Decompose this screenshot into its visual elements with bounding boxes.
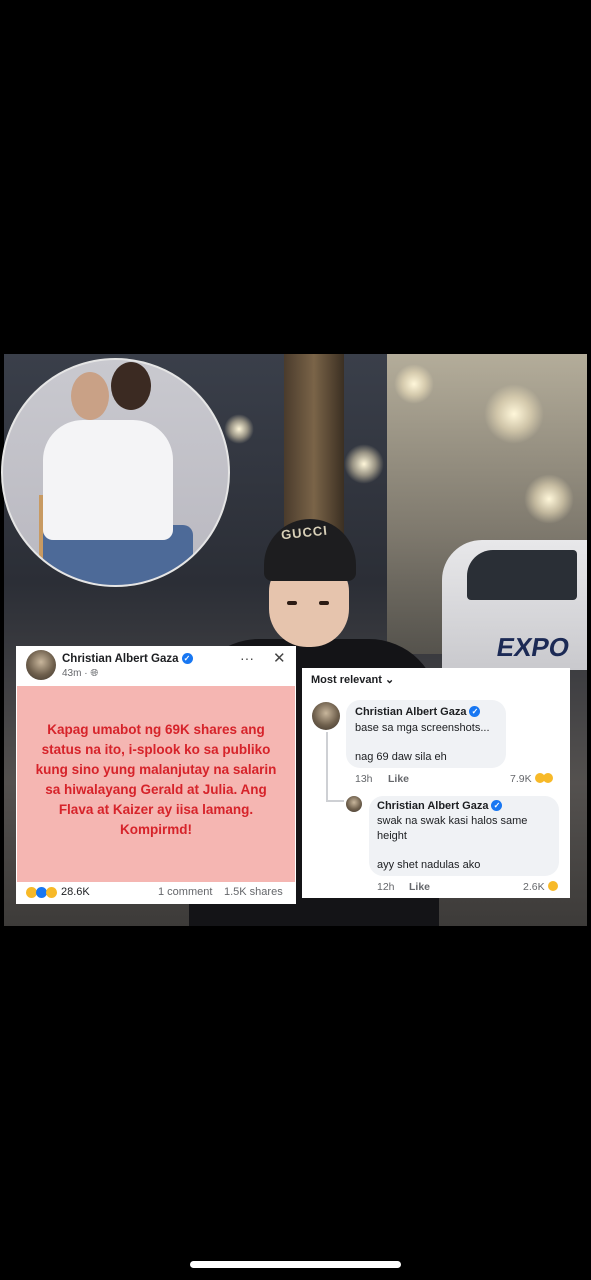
reply-author[interactable]: Christian Albert Gaza ✓ xyxy=(377,800,503,812)
post-time-label: 43m xyxy=(62,668,82,679)
reply-reactions[interactable]: 2.6K xyxy=(523,881,558,893)
reply-text: swak na swak kasi halos same xyxy=(377,815,528,827)
reply-author-name[interactable]: Christian Albert Gaza xyxy=(377,800,488,812)
verified-badge-icon: ✓ xyxy=(181,653,193,664)
verified-badge-icon: ✓ xyxy=(491,800,503,811)
comment-author[interactable]: Christian Albert Gaza ✓ xyxy=(355,706,481,718)
post-author-name[interactable]: Christian Albert Gaza xyxy=(62,653,179,665)
more-options-icon[interactable]: ··· xyxy=(240,650,254,666)
home-indicator[interactable] xyxy=(190,1261,401,1268)
right-eye xyxy=(319,601,329,605)
reply-reactions-count[interactable]: 2.6K xyxy=(523,881,545,893)
post-header: Christian Albert Gaza ✓ 43m · 🌐︎ ··· ✕ xyxy=(16,646,296,684)
woman-head xyxy=(111,362,151,410)
thread-line xyxy=(326,800,344,802)
comment-reactions-count[interactable]: 7.9K xyxy=(510,773,532,785)
comment-text: nag 69 daw sila eh xyxy=(355,751,447,763)
reply-avatar[interactable] xyxy=(346,796,362,812)
reply-time: 12h xyxy=(377,881,395,893)
sort-dropdown[interactable]: Most relevant ⌄ xyxy=(311,673,394,686)
street-light xyxy=(344,444,384,484)
avatar[interactable] xyxy=(26,650,56,680)
street-light xyxy=(484,384,544,444)
like-button[interactable]: Like xyxy=(409,881,430,893)
reply-text: ayy shet nadulas ako xyxy=(377,859,481,871)
man-head xyxy=(71,372,109,420)
sort-label[interactable]: Most relevant xyxy=(311,674,382,686)
reply-text: height xyxy=(377,830,407,842)
comments-panel: Most relevant ⌄ Christian Albert Gaza ✓ b… xyxy=(302,668,570,898)
car-lettering: EXPO xyxy=(494,632,572,662)
wow-reaction-icon xyxy=(46,887,57,898)
street-light xyxy=(394,364,434,404)
comment-text: base sa mga screenshots... xyxy=(355,722,490,734)
comment-author-name[interactable]: Christian Albert Gaza xyxy=(355,706,466,718)
couple-photo-inset xyxy=(1,358,230,587)
globe-icon: 🌐︎ xyxy=(90,668,99,679)
comment-time: 13h xyxy=(355,773,373,785)
post-footer: 28.6K 1 comment 1.5K shares xyxy=(16,882,296,904)
like-button[interactable]: Like xyxy=(388,773,409,785)
thread-line xyxy=(326,732,328,802)
car-window xyxy=(467,550,577,600)
haha-reaction-icon xyxy=(547,881,558,891)
verified-badge-icon: ✓ xyxy=(469,706,481,717)
shares-count[interactable]: 1.5K shares xyxy=(224,886,283,898)
reactions-count[interactable]: 28.6K xyxy=(61,886,90,898)
wow-reaction-icon xyxy=(542,773,553,783)
post-time: 43m · 🌐︎ xyxy=(62,668,99,679)
close-icon[interactable]: ✕ xyxy=(273,649,286,667)
comment-reactions[interactable]: 7.9K xyxy=(510,773,553,785)
street-light xyxy=(524,474,574,524)
white-shirt xyxy=(43,420,173,540)
post-author[interactable]: Christian Albert Gaza ✓ xyxy=(62,653,193,665)
comment-avatar[interactable] xyxy=(312,702,340,730)
street-light xyxy=(224,414,254,444)
post-text: Kapag umabot ng 69K shares ang status na… xyxy=(35,722,277,837)
facebook-post-card: Christian Albert Gaza ✓ 43m · 🌐︎ ··· ✕ Ka… xyxy=(16,646,296,904)
left-eye xyxy=(287,601,297,605)
comments-count[interactable]: 1 comment xyxy=(158,886,212,898)
chevron-down-icon: ⌄ xyxy=(384,674,395,686)
